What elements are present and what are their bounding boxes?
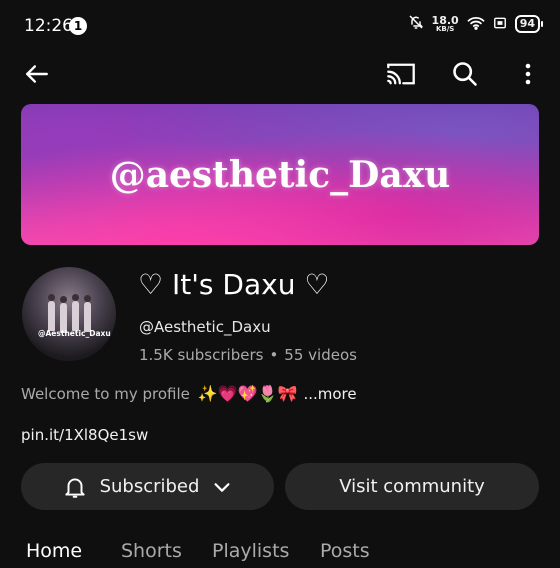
description-more-link[interactable]: ...more <box>303 385 356 403</box>
avatar-dancer-figure <box>72 294 79 331</box>
top-app-bar <box>0 50 560 96</box>
description-text: Welcome to my profile <box>21 385 190 403</box>
wifi-icon <box>467 15 485 34</box>
mute-bell-icon <box>408 14 424 34</box>
battery-indicator: 94 <box>514 15 544 33</box>
tab-home[interactable]: Home <box>26 540 82 562</box>
tab-posts[interactable]: Posts <box>320 540 370 562</box>
video-count: 55 videos <box>284 346 357 364</box>
stats-separator: • <box>269 346 279 364</box>
notification-count-badge: 1 <box>69 17 87 35</box>
chevron-down-icon <box>211 476 233 498</box>
status-time: 12:26 <box>24 16 73 36</box>
description-emojis: ✨💗💖🌷🎀 <box>197 384 298 403</box>
avatar-dancer-figure <box>84 295 91 332</box>
channel-name: ♡ It's Daxu ♡ <box>138 268 330 301</box>
avatar-dancer-figure <box>48 294 55 331</box>
tab-shorts[interactable]: Shorts <box>121 540 182 562</box>
vertical-dots-icon[interactable] <box>512 58 544 90</box>
channel-description[interactable]: Welcome to my profile ✨💗💖🌷🎀 ...more <box>21 384 357 403</box>
status-bar: 12:26 1 18.0 KB/S 94 <box>0 0 560 56</box>
channel-tabs: Home Shorts Playlists Posts <box>0 538 560 568</box>
arrow-left-icon[interactable] <box>21 58 53 90</box>
subscriber-count: 1.5K subscribers <box>139 346 264 364</box>
banner-text: @aesthetic_Daxu <box>109 153 451 196</box>
cast-icon[interactable] <box>385 58 417 90</box>
bell-icon <box>62 474 88 500</box>
subscribed-button[interactable]: Subscribed <box>21 463 274 510</box>
search-icon[interactable] <box>449 58 481 90</box>
status-indicators: 18.0 KB/S 94 <box>408 14 544 34</box>
subscribed-label: Subscribed <box>99 476 200 497</box>
visit-community-button[interactable]: Visit community <box>285 463 539 510</box>
network-speed-unit: KB/S <box>435 25 455 33</box>
channel-avatar[interactable]: @Aesthetic_Daxu <box>22 267 116 361</box>
channel-stats: 1.5K subscribers • 55 videos <box>139 346 357 364</box>
tab-playlists[interactable]: Playlists <box>212 540 289 562</box>
network-speed: 18.0 KB/S <box>432 15 459 33</box>
channel-handle: @Aesthetic_Daxu <box>139 318 271 336</box>
channel-banner: @aesthetic_Daxu <box>21 104 539 245</box>
channel-link[interactable]: pin.it/1Xl8Qe1sw <box>21 426 148 444</box>
sim-icon <box>493 15 507 34</box>
avatar-watermark: @Aesthetic_Daxu <box>38 329 111 338</box>
